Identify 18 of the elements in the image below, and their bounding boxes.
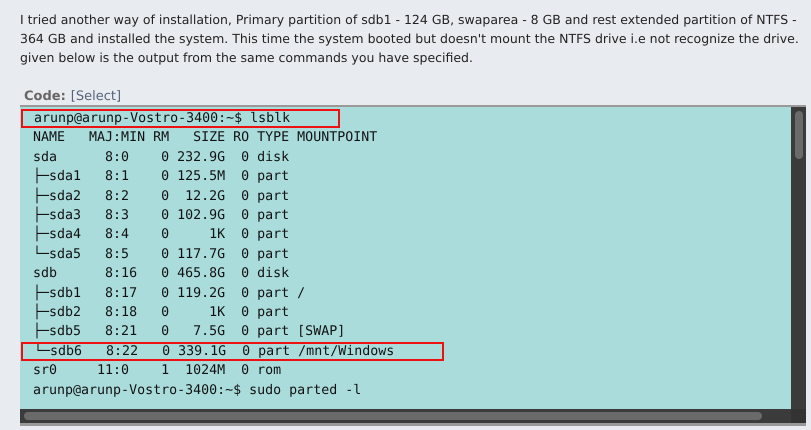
code-line: ├─sdb2 8:18 0 1K 0 part — [32, 303, 290, 322]
code-label: Code: — [24, 89, 66, 105]
select-link[interactable]: [Select] — [70, 89, 122, 105]
code-line: ├─sda2 8:2 0 12.2G 0 part — [32, 186, 290, 206]
code-line: sr0 11:0 1 1024M 0 rom — [32, 362, 282, 380]
code-line: sda 8:0 0 232.9G 0 disk — [32, 148, 290, 167]
highlighted-code-line: arunp@arunp-Vostro-3400:~$ lsblk — [21, 109, 340, 128]
code-line: ├─sdb5 8:21 0 7.5G 0 part [SWAP] — [32, 322, 346, 342]
post-text: I tried another way of installation, Primary partition of sdb1 - 124 GB, swaparea - 8 GB and rest extended partition of NTFS - 364 GB and installed the system. This time the system booted but doesn't mount the NTFS drive i.e not recognize the drive. given below is the output from the same commands you have specified. — [20, 11, 800, 67]
code-line: └─sda5 8:5 0 117.7G 0 part — [32, 244, 290, 264]
code-line: ├─sdb1 8:17 0 119.2G 0 part / — [32, 284, 306, 303]
code-line: arunp@arunp-Vostro-3400:~$ sudo parted -l — [32, 382, 362, 400]
code-line: sdb 8:16 0 465.8G 0 disk — [32, 265, 290, 284]
code-line: NAME MAJ:MIN RM SIZE RO TYPE MOUNTPOINT — [32, 129, 378, 148]
code-line: ├─sda3 8:3 0 102.9G 0 part — [32, 206, 290, 226]
highlighted-code-line: └─sdb6 8:22 0 339.1G 0 part /mnt/Windows — [21, 342, 444, 362]
code-line: ├─sda4 8:4 0 1K 0 part — [32, 225, 290, 244]
code-line: ├─sda1 8:1 0 125.5M 0 part — [32, 167, 290, 186]
